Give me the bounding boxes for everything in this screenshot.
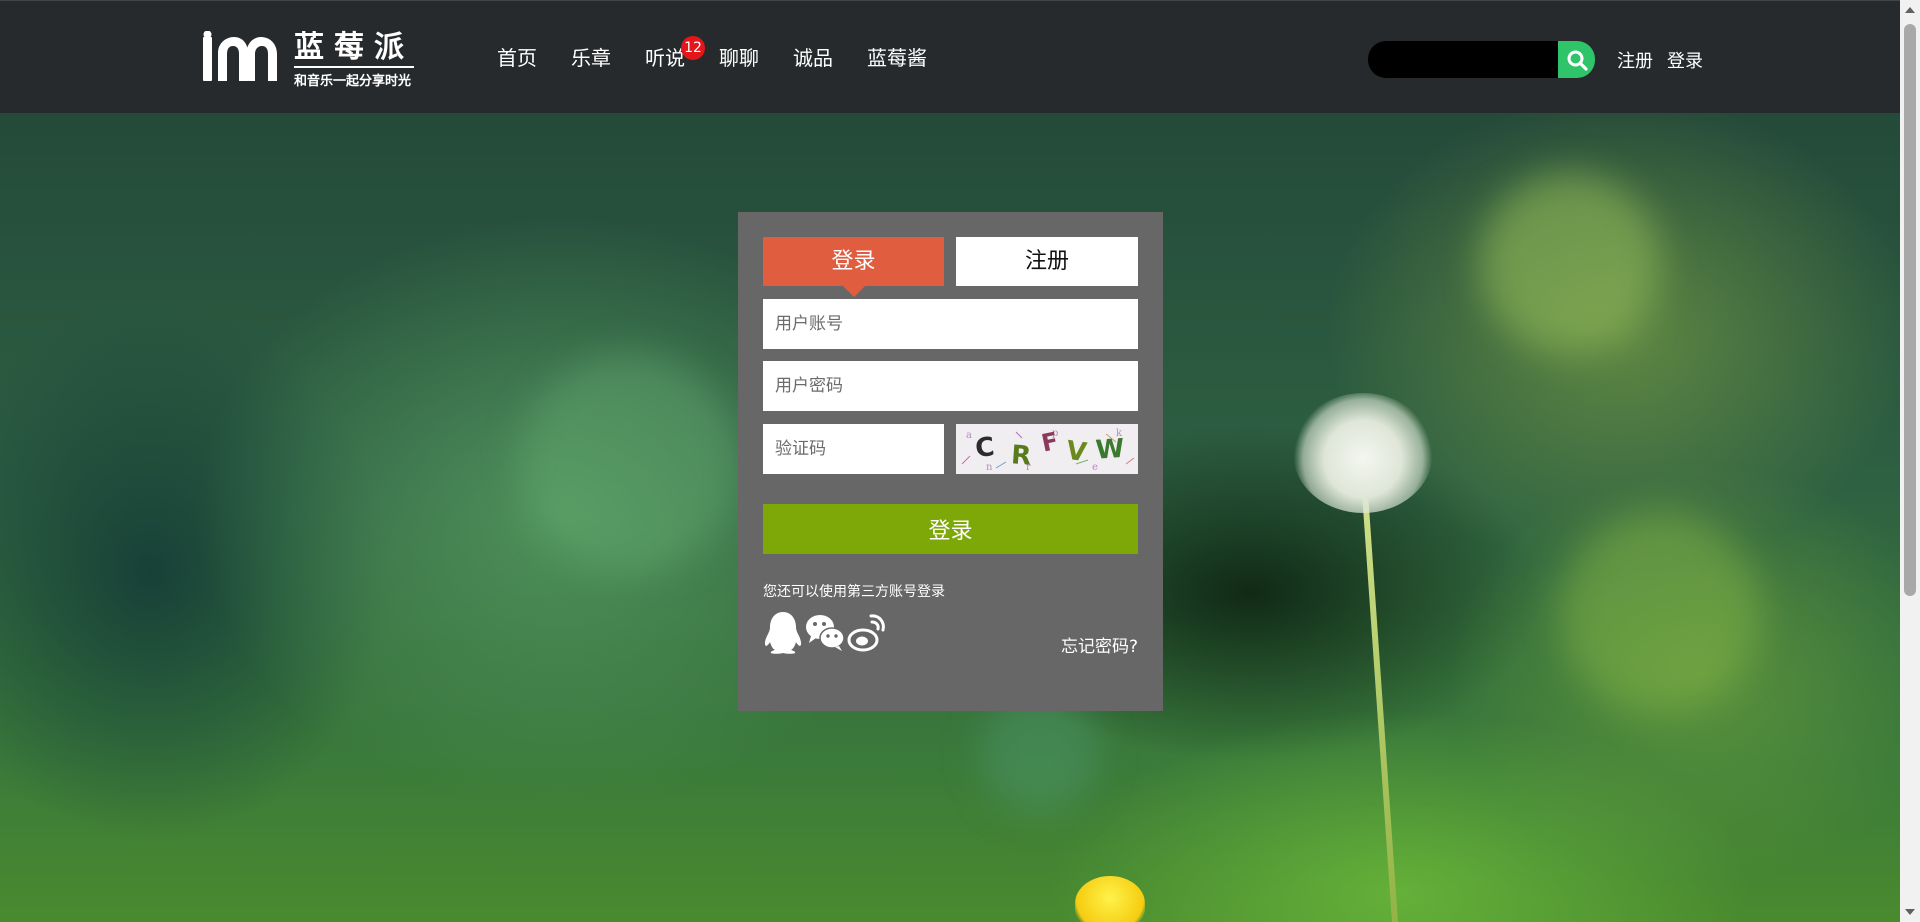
nav-item-chat[interactable]: 聊聊 bbox=[719, 45, 759, 71]
tab-register[interactable]: 注册 bbox=[956, 237, 1138, 286]
login-panel: 登录 注册 ape nrk C R F V W bbox=[738, 212, 1163, 711]
tab-login[interactable]: 登录 bbox=[763, 237, 944, 297]
svg-text:V: V bbox=[1064, 436, 1088, 469]
notification-badge: 12 bbox=[681, 36, 705, 60]
nav-item-blueberry-jam[interactable]: 蓝莓酱 bbox=[867, 45, 927, 71]
scroll-up-arrow-icon[interactable] bbox=[1905, 7, 1915, 13]
weibo-icon[interactable] bbox=[847, 610, 887, 654]
scroll-down-arrow-icon[interactable] bbox=[1905, 909, 1915, 915]
dandelion-head bbox=[1293, 393, 1433, 513]
page-scrollbar[interactable] bbox=[1900, 0, 1920, 922]
yellow-flower bbox=[1075, 876, 1145, 922]
nav-item-music[interactable]: 乐章 bbox=[571, 45, 611, 71]
bokeh-light bbox=[980, 693, 1100, 813]
header-register-link[interactable]: 注册 bbox=[1617, 47, 1653, 73]
auth-links: 注册 登录 bbox=[1617, 47, 1717, 73]
password-input[interactable] bbox=[763, 361, 1138, 411]
logo-text: 蓝莓派 和音乐一起分享时光 bbox=[294, 31, 414, 89]
nav-item-listen[interactable]: 听说 12 bbox=[645, 36, 705, 71]
dandelion-stem bbox=[1362, 492, 1401, 922]
svg-text:C: C bbox=[974, 432, 996, 464]
svg-text:R: R bbox=[1010, 440, 1032, 471]
forgot-password-link[interactable]: 忘记密码? bbox=[1061, 632, 1138, 657]
bokeh-light bbox=[520, 353, 740, 573]
search-button[interactable] bbox=[1558, 41, 1595, 78]
site-logo[interactable]: 蓝莓派 和音乐一起分享时光 bbox=[200, 31, 414, 89]
nav-item-store[interactable]: 诚品 bbox=[793, 45, 833, 71]
social-login-icons bbox=[763, 610, 889, 654]
captcha-image[interactable]: ape nrk C R F V W bbox=[956, 424, 1138, 474]
svg-text:W: W bbox=[1095, 434, 1126, 466]
bokeh-light bbox=[1560, 513, 1760, 713]
nav-item-home[interactable]: 首页 bbox=[497, 45, 537, 71]
nav-item-listen-label: 听说 bbox=[645, 46, 685, 70]
logo-slogan: 和音乐一起分享时光 bbox=[294, 74, 412, 89]
logo-title: 蓝莓派 bbox=[294, 31, 414, 68]
search-icon bbox=[1567, 50, 1588, 71]
auth-tabs: 登录 注册 bbox=[763, 237, 1138, 297]
qq-icon[interactable] bbox=[763, 610, 803, 654]
third-party-login-text: 您还可以使用第三方账号登录 bbox=[763, 584, 945, 600]
login-submit-button[interactable]: 登录 bbox=[763, 504, 1138, 554]
scroll-thumb[interactable] bbox=[1904, 24, 1916, 596]
header-login-link[interactable]: 登录 bbox=[1667, 47, 1703, 73]
wechat-icon[interactable] bbox=[805, 610, 845, 654]
svg-text:n: n bbox=[986, 462, 993, 473]
svg-text:a: a bbox=[966, 430, 972, 441]
username-input[interactable] bbox=[763, 299, 1138, 349]
search-input[interactable] bbox=[1368, 41, 1558, 78]
bokeh-light bbox=[1480, 173, 1660, 353]
search-box bbox=[1368, 41, 1595, 78]
captcha-input[interactable] bbox=[763, 424, 944, 474]
logo-m-icon bbox=[203, 31, 277, 81]
captcha-graphic: a pe n rk C R F V W bbox=[961, 427, 1135, 473]
main-nav: 首页 乐章 听说 12 聊聊 诚品 蓝莓酱 bbox=[497, 36, 961, 71]
top-navbar: 蓝莓派 和音乐一起分享时光 首页 乐章 听说 12 聊聊 诚品 蓝莓酱 注册 登… bbox=[0, 0, 1900, 113]
